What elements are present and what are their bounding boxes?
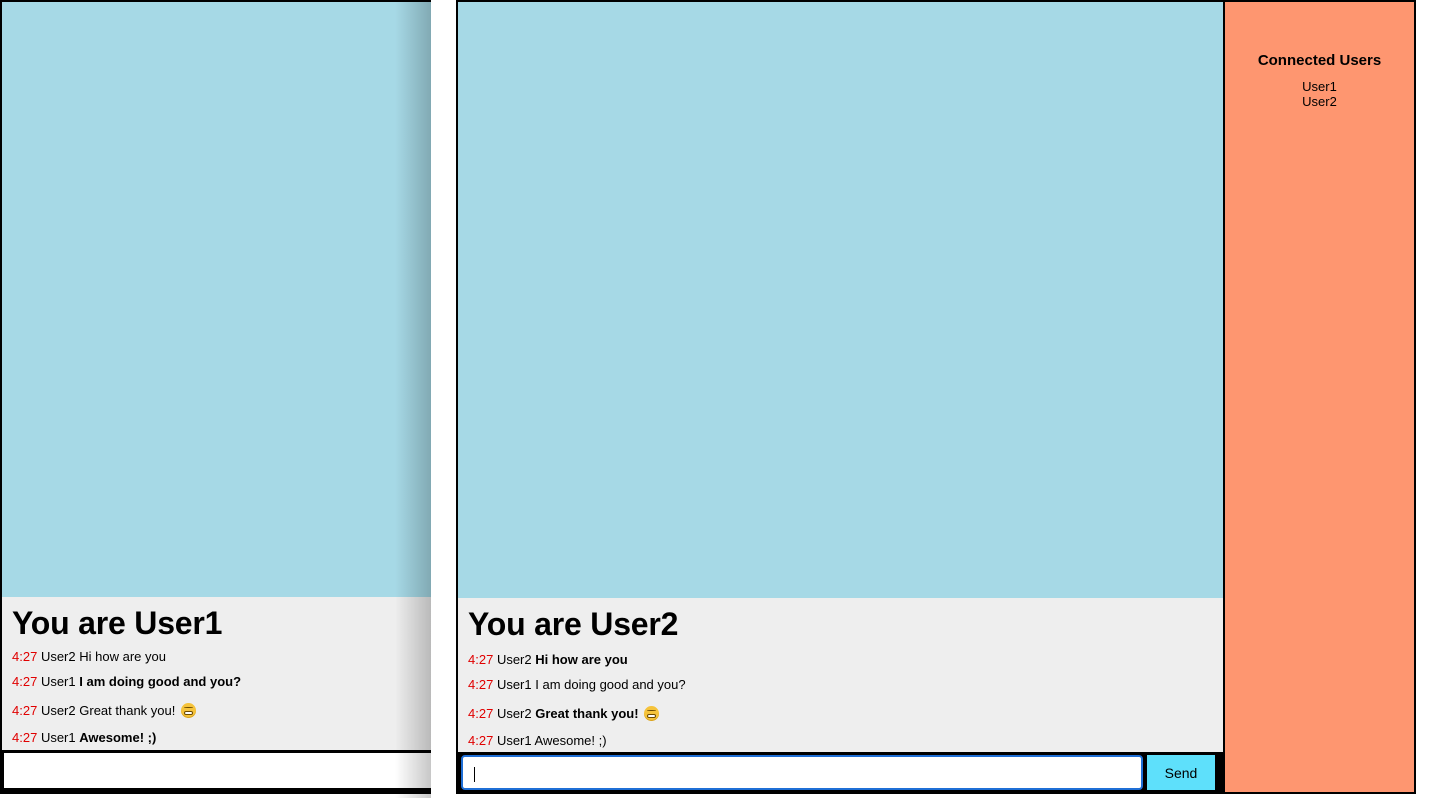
chat-message: 4:27 User2 Hi how are you [468, 652, 628, 667]
window-bottom-edge [0, 794, 431, 798]
message-user: User1 [496, 733, 532, 748]
message-input[interactable] [4, 753, 431, 788]
user2-chat-window: You are User2 4:27 User2 Hi how are you … [431, 0, 1440, 798]
message-time: 4:27 [12, 649, 38, 664]
message-time: 4:27 [12, 730, 38, 745]
message-text: I am doing good and you? [79, 674, 242, 689]
message-user: User2 [40, 703, 76, 718]
text-caret [474, 767, 475, 782]
message-input[interactable] [461, 755, 1143, 790]
chat-panel: You are User2 4:27 User2 Hi how are you … [458, 598, 1223, 752]
chat-message: 4:27 User1 Awesome! ;) [12, 730, 156, 745]
message-time: 4:27 [468, 652, 494, 667]
chat-app: You are User2 4:27 User2 Hi how are you … [456, 0, 1416, 794]
chat-message: 4:27 User2 Hi how are you [12, 649, 166, 664]
chat-panel: You are User1 4:27 User2 Hi how are you … [0, 597, 431, 750]
user-list: User1 User2 [1225, 79, 1414, 109]
message-text: Awesome! ;) [79, 730, 157, 745]
message-text: Hi how are you [79, 649, 166, 664]
message-text: I am doing good and you? [535, 677, 686, 692]
user-list-item: User1 [1302, 79, 1337, 94]
message-user: User1 [40, 730, 76, 745]
message-display-area [0, 0, 431, 597]
message-text: Great thank you! [79, 703, 176, 718]
user1-chat-window: You are User1 4:27 User2 Hi how are you … [0, 0, 431, 798]
sidebar-heading: Connected Users [1257, 52, 1382, 69]
message-text: Great thank you! [535, 706, 639, 721]
chat-message: 4:27 User1 I am doing good and you? [12, 674, 241, 689]
message-user: User1 [496, 677, 532, 692]
message-time: 4:27 [468, 677, 494, 692]
message-text: Hi how are you [535, 652, 628, 667]
chat-message: 4:27 User2 Great thank you! [12, 703, 196, 718]
message-input-bar: Send [458, 752, 1223, 794]
user-list-item: User2 [1302, 94, 1337, 109]
chat-message: 4:27 User1 Awesome! ;) [468, 733, 607, 748]
message-display-area [458, 2, 1223, 598]
message-text: Awesome! ;) [534, 733, 607, 748]
send-button[interactable]: Send [1147, 755, 1215, 790]
message-input-bar [0, 750, 431, 794]
message-user: User2 [496, 652, 532, 667]
message-user: User2 [496, 706, 532, 721]
message-time: 4:27 [12, 674, 38, 689]
chat-message: 4:27 User1 I am doing good and you? [468, 677, 686, 692]
message-user: User1 [40, 674, 76, 689]
message-time: 4:27 [468, 706, 494, 721]
grimacing-face-emoji-icon [181, 703, 196, 718]
chat-message: 4:27 User2 Great thank you! [468, 706, 660, 721]
message-time: 4:27 [12, 703, 38, 718]
message-time: 4:27 [468, 733, 494, 748]
page-title: You are User2 [468, 606, 679, 642]
page-title: You are User1 [12, 605, 223, 641]
message-user: User2 [40, 649, 76, 664]
connected-users-sidebar: Connected Users User1 User2 [1223, 2, 1414, 792]
grimacing-face-emoji-icon [644, 706, 660, 721]
